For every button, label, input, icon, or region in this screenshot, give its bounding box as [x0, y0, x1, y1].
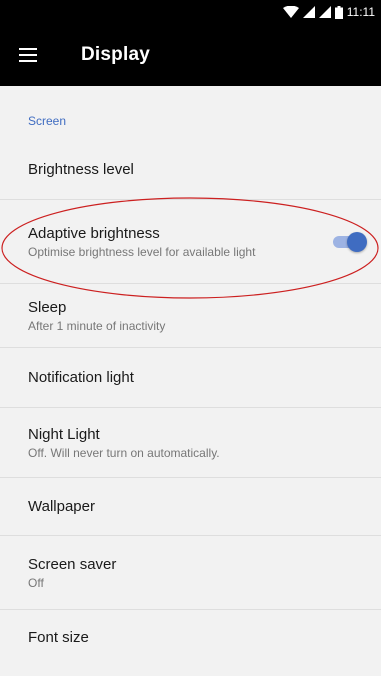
setting-summary: After 1 minute of inactivity [28, 318, 166, 333]
setting-night-light[interactable]: Night Light Off. Will never turn on auto… [0, 408, 381, 478]
setting-summary: Optimise brightness level for available … [28, 244, 256, 259]
section-header-screen: Screen [28, 114, 67, 128]
setting-screen-saver[interactable]: Screen saver Off [0, 536, 381, 610]
setting-adaptive-brightness[interactable]: Adaptive brightness Optimise brightness … [0, 200, 381, 284]
setting-title: Brightness level [28, 161, 134, 178]
setting-wallpaper[interactable]: Wallpaper [0, 478, 381, 536]
setting-title: Notification light [28, 369, 134, 386]
setting-title: Adaptive brightness [28, 224, 160, 242]
app-bar: Display [0, 24, 381, 86]
setting-title: Sleep [28, 298, 67, 316]
setting-sleep[interactable]: Sleep After 1 minute of inactivity [0, 284, 381, 348]
menu-icon[interactable] [0, 48, 56, 62]
setting-title: Wallpaper [28, 498, 95, 515]
setting-summary: Off [28, 575, 44, 590]
setting-title: Screen saver [28, 555, 117, 573]
setting-summary: Off. Will never turn on automatically. [28, 445, 220, 460]
signal-icon-2 [318, 6, 331, 18]
setting-brightness-level[interactable]: Brightness level [0, 140, 381, 200]
page-title: Display [81, 44, 150, 65]
signal-icon [302, 6, 315, 18]
wifi-icon [282, 6, 299, 18]
setting-font-size[interactable]: Font size [0, 610, 381, 664]
status-bar: 11:11 [0, 0, 381, 24]
battery-icon [334, 5, 343, 19]
setting-title: Font size [28, 628, 89, 646]
setting-title: Night Light [28, 425, 100, 443]
toggle-thumb [347, 231, 367, 252]
status-time: 11:11 [346, 5, 375, 19]
setting-notification-light[interactable]: Notification light [0, 348, 381, 408]
adaptive-brightness-toggle[interactable] [331, 231, 367, 252]
